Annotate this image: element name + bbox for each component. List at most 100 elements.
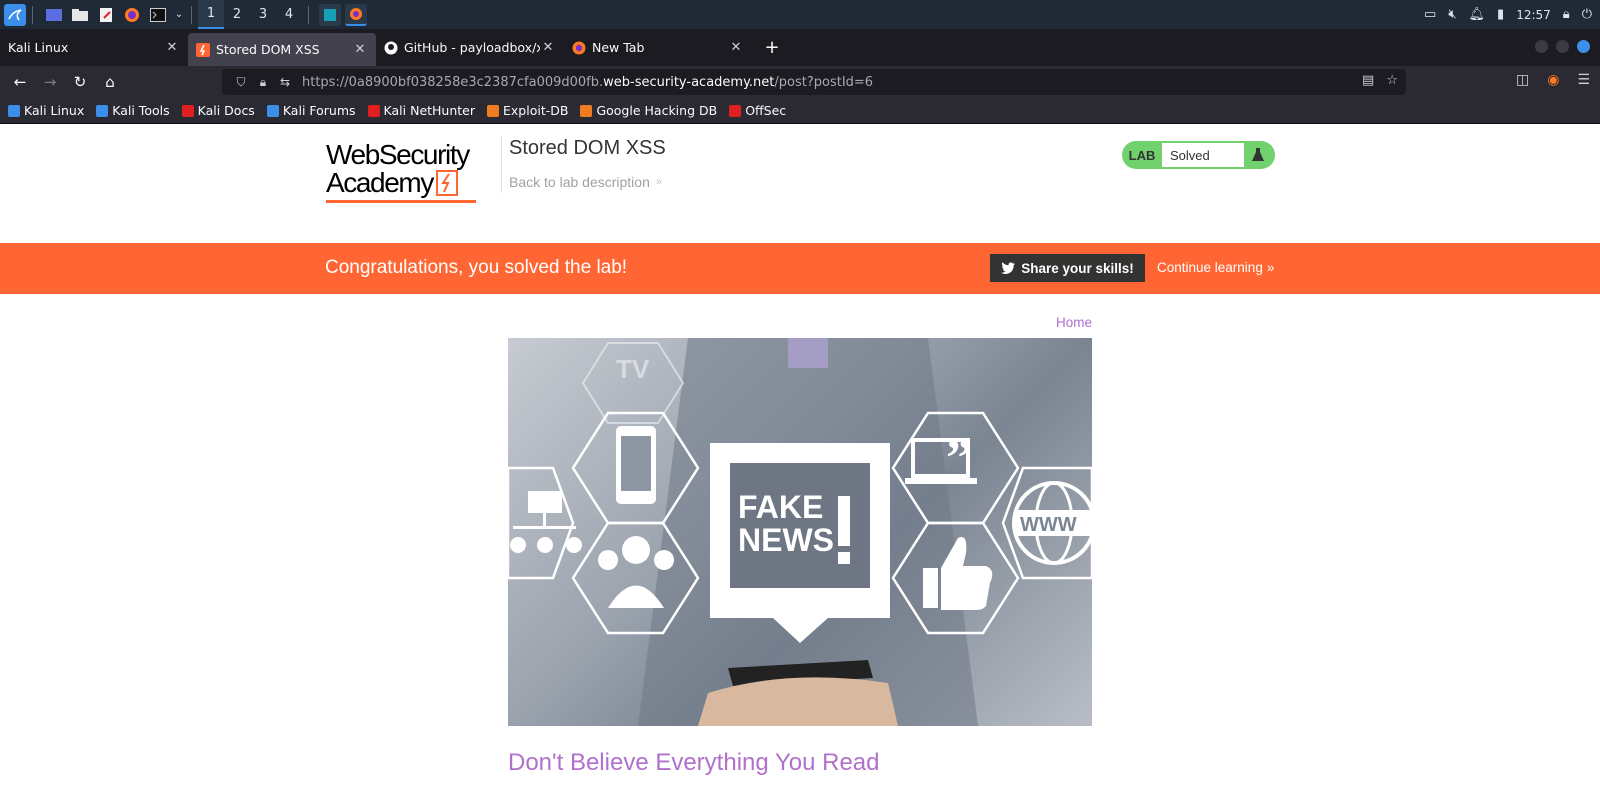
workspace-4[interactable]: 4 [276, 0, 302, 29]
power-icon[interactable]: ⏻ [1582, 7, 1592, 22]
back-link-label: Back to lab description [509, 174, 650, 190]
minimize-button[interactable] [1535, 40, 1548, 53]
news-text: NEWS [738, 522, 834, 558]
menu-icon[interactable]: ☰ [1577, 72, 1590, 88]
github-icon [384, 41, 398, 54]
taskbar-separator [308, 5, 309, 24]
shield-icon[interactable]: ⛉ [230, 75, 252, 90]
solved-banner: Congratulations, you solved the lab! Sha… [0, 243, 1600, 294]
bookmarks-toolbar: Kali Linux Kali Tools Kali Docs Kali For… [0, 98, 1600, 124]
tab-title: Kali Linux [8, 40, 69, 55]
forward-button[interactable]: → [35, 68, 65, 96]
bookmark-label: Kali Tools [112, 103, 170, 118]
lab-title-block: Stored DOM XSS Back to lab description » [501, 137, 666, 193]
back-to-lab-description-link[interactable]: Back to lab description » [509, 174, 666, 190]
lab-status-widget: LAB Solved [1122, 141, 1275, 169]
kali-menu-icon[interactable] [4, 3, 26, 26]
permissions-icon[interactable]: ⇆ [274, 75, 296, 89]
bookmark-google-hacking-db[interactable]: Google Hacking DB [580, 103, 717, 118]
share-your-skills-button[interactable]: Share your skills! [990, 254, 1145, 282]
back-button[interactable]: ← [5, 68, 35, 96]
reader-view-icon[interactable]: ▤ [1362, 73, 1374, 88]
chevron-down-icon[interactable]: ⌄ [173, 4, 185, 26]
tab-new-tab[interactable]: New Tab ✕ [564, 29, 752, 66]
firefox-window-icon[interactable] [345, 3, 367, 26]
window-controls [1535, 40, 1590, 53]
offsec-icon [729, 104, 742, 117]
bookmark-kali-tools[interactable]: Kali Tools [96, 103, 170, 118]
reload-button[interactable]: ↻ [65, 68, 95, 96]
close-icon[interactable]: ✕ [352, 42, 368, 57]
double-chevron-right-icon: » [1266, 260, 1275, 275]
bookmark-exploit-db[interactable]: Exploit-DB [487, 103, 568, 118]
bookmark-kali-nethunter[interactable]: Kali NetHunter [367, 103, 476, 118]
browser-nav-bar: ← → ↻ ⌂ ⛉ 🔒︎ ⇆ https://0a8900bf038258e3c… [0, 66, 1600, 98]
tab-title: Stored DOM XSS [216, 42, 320, 57]
lab-status-text: Solved [1162, 143, 1244, 167]
bookmark-label: Kali Linux [24, 103, 85, 118]
taskbar-separator [32, 5, 33, 24]
close-window-button[interactable] [1577, 40, 1590, 53]
extension-icon[interactable]: ◉ [1547, 72, 1559, 88]
close-icon[interactable]: ✕ [540, 40, 556, 55]
tab-github[interactable]: GitHub - payloadbox/xss-p ✕ [376, 29, 564, 66]
burp-window-icon[interactable] [319, 3, 341, 26]
www-text: WWW [1020, 514, 1077, 536]
new-tab-button[interactable]: + [758, 34, 786, 62]
close-icon[interactable]: ✕ [728, 40, 744, 55]
firefox-icon [572, 41, 586, 54]
text-editor-icon[interactable] [95, 4, 117, 26]
logo-line-2: Academy [326, 167, 434, 198]
notification-bell-icon[interactable]: 🔔︎ [1469, 7, 1486, 22]
logo-underline [326, 200, 476, 203]
pocket-icon[interactable]: ◫ [1516, 72, 1529, 88]
twitter-icon [1001, 262, 1016, 274]
terminal-icon[interactable] [147, 4, 169, 26]
bookmark-label: Kali NetHunter [383, 103, 476, 118]
ghdb-icon [580, 104, 593, 117]
bookmark-offsec[interactable]: OffSec [729, 103, 786, 118]
continue-learning-link[interactable]: Continue learning » [1157, 260, 1274, 275]
desktop-icon[interactable] [43, 4, 65, 26]
lock-icon[interactable]: 🔒︎ [252, 75, 274, 90]
display-icon[interactable]: ▭ [1424, 7, 1436, 22]
url-bar[interactable]: ⛉ 🔒︎ ⇆ https://0a8900bf038258e3c2387cfa0… [222, 69, 1406, 95]
maximize-button[interactable] [1556, 40, 1569, 53]
mute-icon[interactable]: 🔇︎ [1448, 7, 1456, 22]
fake-text: FAKE [738, 489, 823, 525]
blog-post-image: TV ” WWW FAKE NEWS [508, 338, 1092, 726]
file-manager-icon[interactable] [69, 4, 91, 26]
toolbar-right: ◫ ◉ ☰ [1516, 72, 1590, 88]
post-title: Don't Believe Everything You Read [508, 749, 880, 776]
workspace-1[interactable]: 1 [198, 0, 224, 29]
bookmark-kali-linux[interactable]: Kali Linux [8, 103, 84, 118]
continue-label: Continue learning [1157, 260, 1263, 275]
bookmark-star-icon[interactable]: ☆ [1386, 73, 1398, 88]
burp-favicon-icon [196, 42, 210, 57]
clock[interactable]: 12:57 [1516, 8, 1551, 22]
lock-icon[interactable]: 🔒︎ [1563, 7, 1570, 22]
bookmark-kali-docs[interactable]: Kali Docs [181, 103, 255, 118]
home-button[interactable]: ⌂ [95, 68, 125, 96]
workspace-3[interactable]: 3 [250, 0, 276, 29]
bookmark-kali-forums[interactable]: Kali Forums [266, 103, 356, 118]
lab-badge: LAB [1128, 147, 1156, 163]
os-taskbar: ⌄ 1 2 3 4 ▭ 🔇︎ 🔔︎ ▮ 12:57 🔒︎ ⏻ [0, 0, 1600, 29]
close-icon[interactable]: ✕ [164, 40, 180, 55]
url-text[interactable]: https://0a8900bf038258e3c2387cfa009d00fb… [302, 75, 873, 90]
kali-icon [8, 104, 20, 117]
lab-title: Stored DOM XSS [509, 137, 666, 159]
bookmark-label: Kali Docs [197, 103, 255, 118]
url-path: /post?postId=6 [774, 74, 874, 90]
system-tray: ▭ 🔇︎ 🔔︎ ▮ 12:57 🔒︎ ⏻ [1424, 0, 1600, 29]
firefox-icon[interactable] [121, 4, 143, 26]
bookmark-label: OffSec [745, 103, 787, 118]
workspace-2[interactable]: 2 [224, 0, 250, 29]
web-security-academy-logo[interactable]: WebSecurity Academy [326, 141, 492, 203]
tab-kali-linux[interactable]: Kali Linux ✕ [0, 29, 188, 66]
home-link[interactable]: Home [1056, 315, 1092, 330]
battery-icon[interactable]: ▮ [1497, 7, 1504, 22]
bookmark-label: Exploit-DB [503, 103, 569, 118]
tab-stored-dom-xss[interactable]: Stored DOM XSS ✕ [188, 33, 376, 66]
browser-tab-strip: Kali Linux ✕ Stored DOM XSS ✕ GitHub - p… [0, 29, 1600, 66]
